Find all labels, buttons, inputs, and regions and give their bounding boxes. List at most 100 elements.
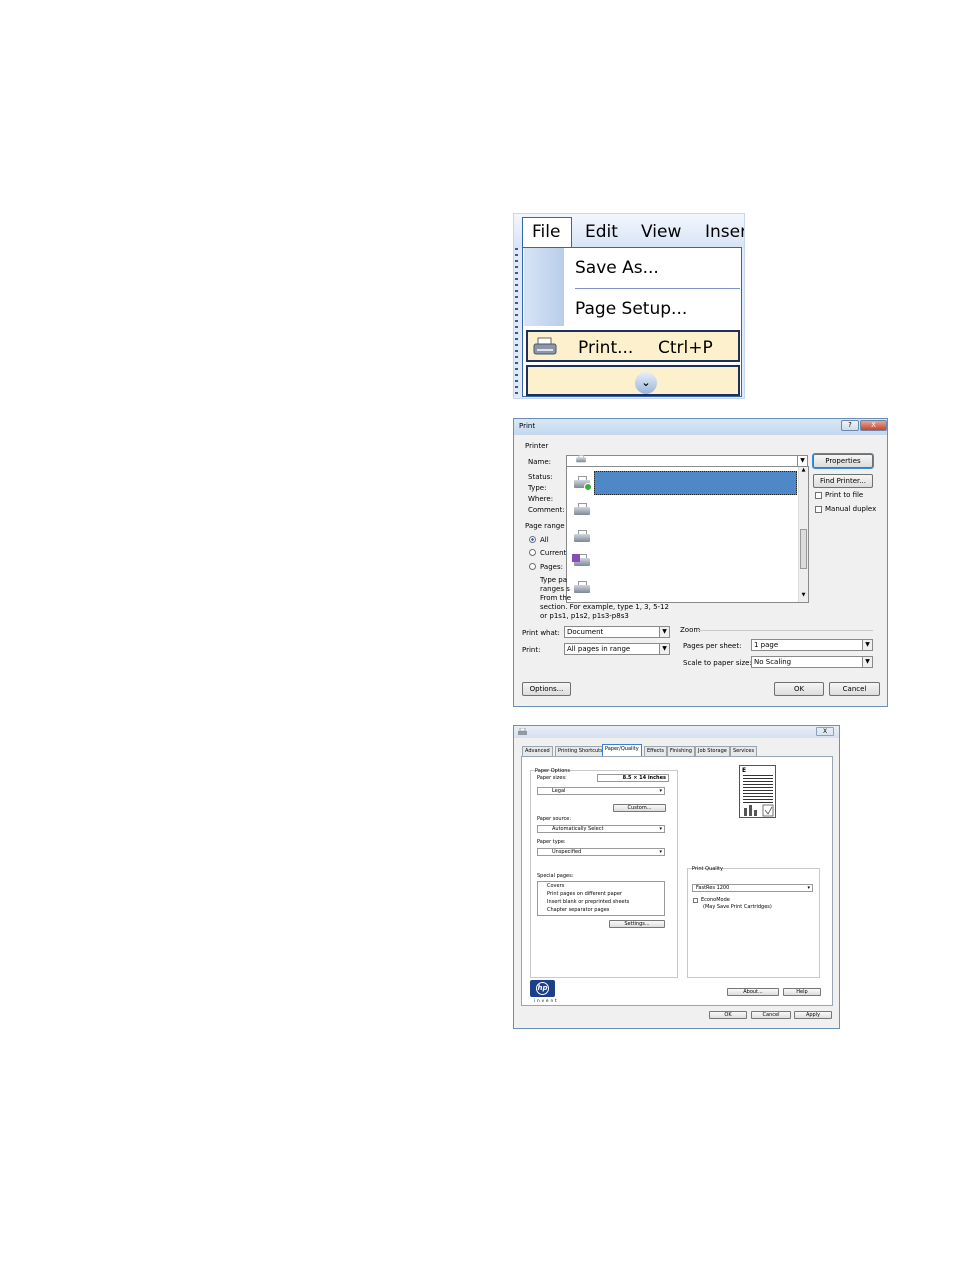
paper-source-select[interactable]: Automatically Select ▾ xyxy=(537,825,665,833)
print-to-file-checkbox[interactable] xyxy=(815,492,822,499)
print-what-select[interactable]: Document ▼ xyxy=(564,626,670,638)
printer-icon xyxy=(575,455,587,463)
special-pages-label: Special pages: xyxy=(537,873,574,879)
chevron-down-icon[interactable]: ▾ xyxy=(807,885,810,891)
chevron-down-icon[interactable]: ▾ xyxy=(659,849,662,855)
manual-duplex-checkbox[interactable] xyxy=(815,506,822,513)
scrollbar-thumb[interactable] xyxy=(800,529,807,569)
list-item[interactable]: Print pages on different paper xyxy=(547,891,622,897)
printer-list-selected[interactable] xyxy=(594,471,797,495)
tab-effects[interactable]: Effects xyxy=(644,746,667,756)
menu-separator xyxy=(575,288,740,289)
chevron-up-icon[interactable]: ▲ xyxy=(799,467,808,475)
chevron-down-icon[interactable]: ▼ xyxy=(862,657,872,667)
paper-size-select[interactable]: Legal ▾ xyxy=(537,787,665,795)
name-label: Name: xyxy=(528,458,552,466)
menu-file[interactable]: File xyxy=(532,222,560,242)
pages-per-sheet-label: Pages per sheet: xyxy=(683,642,742,650)
close-button[interactable]: X xyxy=(816,727,834,736)
find-printer-button[interactable]: Find Printer... xyxy=(813,474,873,488)
menu-view[interactable]: View xyxy=(641,222,681,242)
economode-checkbox[interactable] xyxy=(693,898,698,903)
menu-item-save-as[interactable]: Save As... xyxy=(575,258,659,278)
range-all-label: All xyxy=(540,536,549,544)
range-pages-radio[interactable] xyxy=(529,563,536,570)
tab-printing-shortcuts[interactable]: Printing Shortcuts xyxy=(555,746,606,756)
tab-job-storage[interactable]: Job Storage xyxy=(695,746,730,756)
page-range-label: Page range xyxy=(525,522,565,530)
print-what-value: Document xyxy=(567,628,604,636)
scale-value: No Scaling xyxy=(754,658,792,666)
settings-button[interactable]: Settings... xyxy=(609,920,665,928)
dialog-title: Print xyxy=(519,422,536,430)
menu-item-print[interactable]: Print... Ctrl+P xyxy=(526,330,740,362)
properties-button[interactable]: Properties xyxy=(812,453,874,469)
printer-icon xyxy=(572,476,592,491)
ok-button[interactable]: OK xyxy=(774,682,824,696)
chevron-down-icon[interactable]: ▼ xyxy=(862,640,872,650)
print-what-label: Print what: xyxy=(522,629,560,637)
help-text-line: section. For example, type 1, 3, 5-12 xyxy=(540,603,669,611)
scale-label: Scale to paper size: xyxy=(683,659,752,667)
chart-icon xyxy=(744,804,774,817)
logo-text: invent xyxy=(534,998,559,1003)
economode-note: (May Save Print Cartridges) xyxy=(703,904,772,910)
menu-bar: File Edit View Inser xyxy=(514,214,744,248)
printer-list[interactable]: ▲ ▼ xyxy=(566,466,809,603)
menu-insert[interactable]: Inser xyxy=(705,222,744,242)
file-dropdown: Save As... Page Setup... Print... Ctrl+P… xyxy=(522,247,742,397)
apply-button[interactable]: Apply xyxy=(794,1011,832,1019)
help-button[interactable]: Help xyxy=(783,988,821,996)
close-button[interactable]: X xyxy=(860,420,887,431)
menu-expand-row[interactable]: ⌄ xyxy=(526,365,740,396)
paper-source-value: Automatically Select xyxy=(552,826,604,832)
menu-edit[interactable]: Edit xyxy=(585,222,618,242)
help-text-line: or p1s1, p1s2, p1s3-p8s3 xyxy=(540,612,629,620)
printer-icon xyxy=(533,337,557,355)
options-button[interactable]: Options... xyxy=(522,682,571,696)
paper-type-label: Paper type: xyxy=(537,839,566,845)
chevron-down-icon[interactable]: ⌄ xyxy=(635,372,657,394)
zoom-divider xyxy=(698,630,873,631)
tab-paper-quality[interactable]: Paper/Quality xyxy=(602,744,642,756)
chevron-down-icon[interactable]: ▾ xyxy=(659,826,662,832)
paper-size-dimensions: 8.5 × 14 inches xyxy=(597,774,669,782)
menu-item-page-setup[interactable]: Page Setup... xyxy=(575,299,687,319)
chevron-down-icon[interactable]: ▼ xyxy=(799,592,808,600)
chevron-down-icon[interactable]: ▾ xyxy=(659,788,662,794)
manual-duplex-label: Manual duplex xyxy=(825,505,877,513)
chevron-down-icon[interactable]: ▼ xyxy=(659,644,669,654)
tab-advanced[interactable]: Advanced xyxy=(522,746,553,756)
cancel-button[interactable]: Cancel xyxy=(829,682,880,696)
tab-finishing[interactable]: Finishing xyxy=(667,746,695,756)
printer-icon xyxy=(572,581,592,595)
menu-icon-strip xyxy=(524,248,564,326)
list-item[interactable]: Chapter separator pages xyxy=(547,907,609,913)
chevron-down-icon[interactable]: ▼ xyxy=(659,627,669,637)
print-quality-select[interactable]: FastRes 1200 ▾ xyxy=(692,884,813,892)
paper-size-value: Legal xyxy=(552,788,566,794)
help-text-line: ranges s xyxy=(540,585,570,593)
help-text-line: Type pa xyxy=(540,576,568,584)
help-button[interactable]: ? xyxy=(841,420,859,431)
paper-sizes-label: Paper sizes: xyxy=(537,775,567,781)
print-select[interactable]: All pages in range ▼ xyxy=(564,643,670,655)
about-button[interactable]: About... xyxy=(727,988,779,996)
custom-button[interactable]: Custom... xyxy=(613,804,666,812)
chevron-down-icon[interactable]: ▼ xyxy=(797,456,807,466)
paper-type-select[interactable]: Unspecified ▾ xyxy=(537,848,665,856)
tab-services[interactable]: Services xyxy=(730,746,758,756)
ok-button[interactable]: OK xyxy=(709,1011,747,1019)
range-current-radio[interactable] xyxy=(529,549,536,556)
title-bar: Print ? X xyxy=(514,419,887,435)
status-label: Status: xyxy=(528,473,553,481)
preview-text-lines xyxy=(743,775,773,805)
range-all-radio[interactable] xyxy=(529,536,536,543)
print-quality-value: FastRes 1200 xyxy=(696,885,730,891)
scale-select[interactable]: No Scaling ▼ xyxy=(751,656,873,668)
list-item[interactable]: Insert blank or preprinted sheets xyxy=(547,899,629,905)
cancel-button[interactable]: Cancel xyxy=(751,1011,791,1019)
list-item[interactable]: Covers xyxy=(547,883,564,889)
pages-per-sheet-select[interactable]: 1 page ▼ xyxy=(751,639,873,651)
scrollbar[interactable]: ▲ ▼ xyxy=(798,467,808,602)
